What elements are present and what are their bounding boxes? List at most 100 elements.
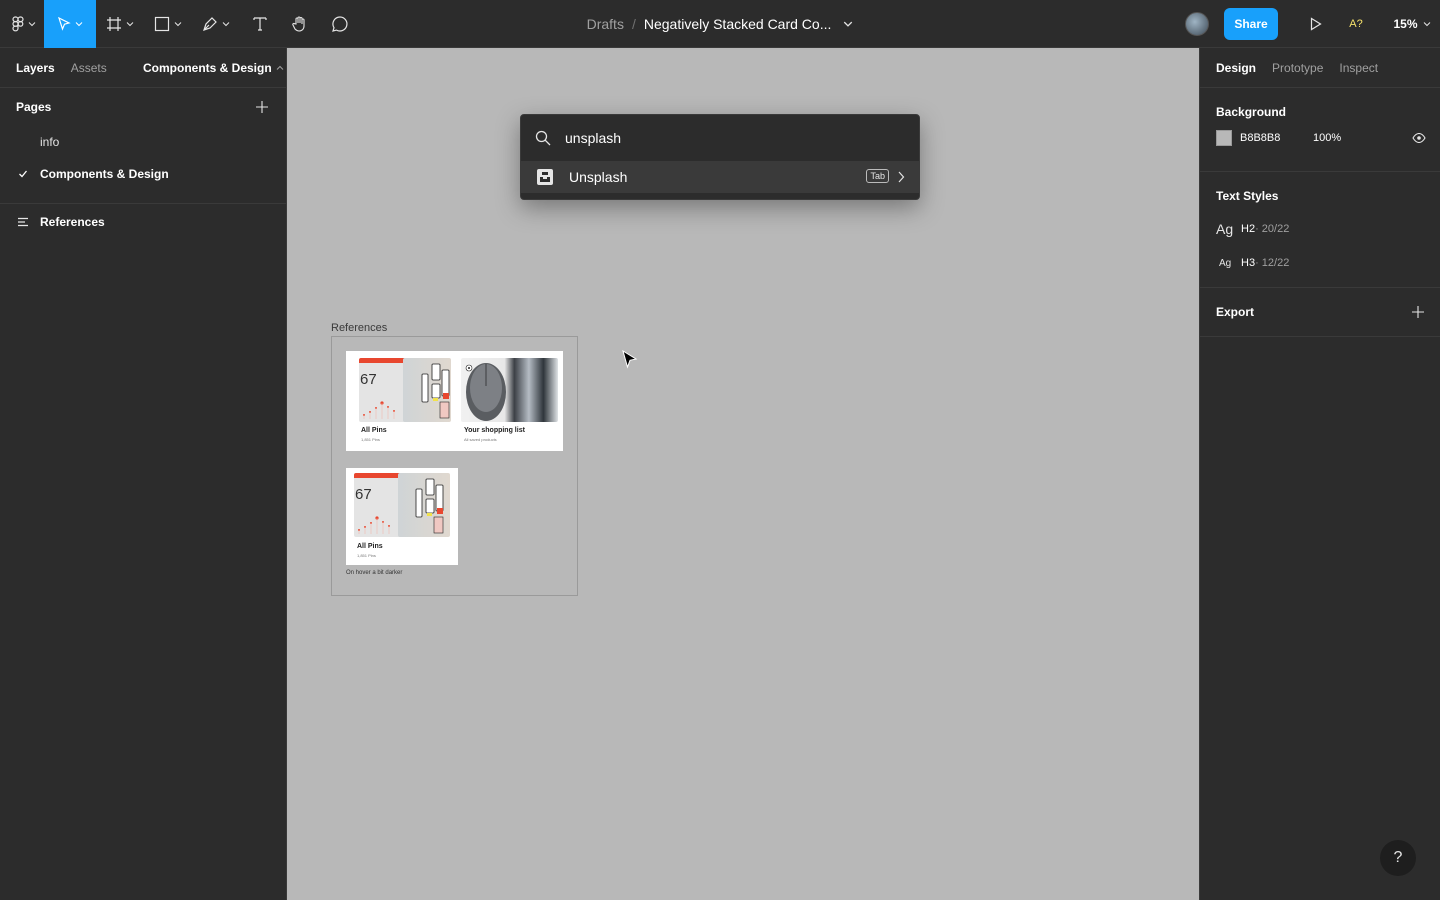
- shape-tool-button[interactable]: [144, 0, 192, 48]
- help-button[interactable]: ?: [1380, 840, 1416, 876]
- card-chart-graphic: [363, 401, 395, 419]
- play-icon: [1310, 17, 1322, 31]
- card-subtitle: 1,851 Pins: [357, 553, 376, 558]
- pen-icon: [203, 16, 217, 31]
- palette-search-input[interactable]: [565, 130, 885, 146]
- tab-assets[interactable]: Assets: [71, 61, 107, 75]
- page-item-info[interactable]: info: [0, 126, 286, 158]
- chevron-down-icon: [126, 21, 134, 26]
- card-title: Your shopping list: [464, 427, 525, 434]
- document-title[interactable]: Negatively Stacked Card Co...: [644, 16, 832, 32]
- checkmark-icon: [19, 170, 28, 178]
- text-style-spec: · 20/22: [1255, 223, 1290, 235]
- tab-inspect[interactable]: Inspect: [1339, 61, 1378, 75]
- frame-label[interactable]: References: [331, 322, 387, 334]
- palette-search-row: [521, 115, 919, 161]
- chevron-down-icon: [28, 21, 36, 26]
- background-section: Background B8B8B8 100%: [1200, 88, 1440, 172]
- card-chart-graphic: [358, 516, 390, 534]
- background-hex-input[interactable]: B8B8B8: [1240, 132, 1313, 144]
- card-title: All Pins: [357, 543, 383, 550]
- chevron-down-icon: [75, 21, 83, 26]
- chevron-down-icon: [174, 21, 182, 26]
- comment-tool-button[interactable]: [320, 0, 360, 48]
- card-subtitle: 1,851 Pins: [361, 437, 380, 442]
- user-avatar[interactable]: [1185, 12, 1209, 36]
- export-title: Export: [1216, 305, 1255, 319]
- background-opacity-input[interactable]: 100%: [1313, 132, 1341, 144]
- chevron-down-icon: [222, 21, 230, 26]
- breadcrumb-separator: /: [631, 16, 636, 32]
- current-page-name: Components & Design: [143, 60, 272, 75]
- frame-tool-button[interactable]: [96, 0, 144, 48]
- reference-card-wide[interactable]: 67 All Pins 1,851 Pins Your shopping lis…: [346, 351, 563, 451]
- chevron-down-icon: [1423, 22, 1430, 27]
- text-style-item[interactable]: Ag H3 · 12/22: [1216, 246, 1424, 280]
- palette-result-unsplash[interactable]: Unsplash Tab: [521, 161, 919, 193]
- text-style-spec: · 12/22: [1255, 257, 1290, 269]
- tab-layers[interactable]: Layers: [16, 61, 55, 75]
- chevron-up-icon: [276, 65, 284, 70]
- card-big-number: 67: [360, 371, 377, 388]
- layer-item-references[interactable]: References: [0, 206, 286, 238]
- present-button[interactable]: [1296, 17, 1336, 31]
- toolbar-right: Share A? 15%: [1185, 0, 1440, 48]
- hand-icon: [292, 15, 305, 32]
- reference-card-hover[interactable]: 67 All Pins 1,851 Pins: [346, 468, 458, 565]
- card-mouse-graphic: [465, 363, 506, 421]
- right-panel-tabs: Design Prototype Inspect: [1200, 48, 1440, 88]
- pen-tool-button[interactable]: [192, 0, 240, 48]
- left-panel-tabs: Layers Assets Components & Design: [0, 48, 286, 88]
- breadcrumb-drafts[interactable]: Drafts: [587, 16, 624, 32]
- frame-hash-icon: [107, 16, 121, 31]
- plus-icon[interactable]: [256, 101, 268, 113]
- text-style-preview: Ag: [1219, 257, 1232, 269]
- pages-header: Pages: [0, 88, 286, 126]
- text-style-item[interactable]: Ag H2 · 20/22: [1216, 212, 1424, 246]
- card-big-number: 67: [355, 486, 372, 503]
- right-panel: Design Prototype Inspect Background B8B8…: [1199, 48, 1440, 900]
- card-phones-graphic: [421, 363, 450, 419]
- share-button[interactable]: Share: [1224, 8, 1278, 40]
- text-styles-title: Text Styles: [1216, 189, 1279, 203]
- accessibility-check-button[interactable]: A?: [1336, 18, 1376, 30]
- unsplash-plugin-icon: [537, 169, 553, 185]
- hover-note-text[interactable]: On hover a bit darker: [346, 570, 402, 576]
- text-style-name: H3: [1241, 257, 1256, 269]
- export-section: Export: [1200, 288, 1440, 337]
- background-color-swatch[interactable]: [1216, 130, 1232, 146]
- main-menu-button[interactable]: [0, 0, 44, 48]
- text-tool-button[interactable]: [240, 0, 280, 48]
- page-switcher[interactable]: Components & Design: [143, 61, 284, 75]
- cursor-arrow-icon: [58, 16, 71, 31]
- page-item-label: Components & Design: [40, 167, 169, 181]
- chevron-down-icon[interactable]: [843, 19, 853, 29]
- rectangle-icon: [154, 16, 170, 31]
- divider: [0, 203, 286, 204]
- eye-icon[interactable]: [1412, 133, 1426, 143]
- left-panel: Layers Assets Components & Design Pages …: [0, 48, 287, 900]
- palette-result-label: Unsplash: [569, 169, 628, 185]
- toolbar: Drafts / Negatively Stacked Card Co... S…: [0, 0, 1440, 48]
- comment-bubble-icon: [332, 15, 348, 32]
- card-phones-graphic: [415, 478, 444, 534]
- page-item-label: info: [40, 135, 60, 149]
- text-styles-section: Text Styles Ag H2 · 20/22 Ag H3 · 12/22: [1200, 176, 1440, 288]
- quick-actions-palette: Unsplash Tab: [520, 114, 920, 200]
- zoom-dropdown[interactable]: 15%: [1384, 17, 1440, 31]
- tab-prototype[interactable]: Prototype: [1272, 61, 1323, 75]
- mouse-cursor-icon: [622, 350, 638, 369]
- move-tool-button[interactable]: [44, 0, 96, 48]
- tab-key-badge: Tab: [866, 169, 889, 183]
- tab-design[interactable]: Design: [1216, 61, 1256, 75]
- hand-tool-button[interactable]: [280, 0, 320, 48]
- text-style-name: H2: [1241, 223, 1256, 235]
- zoom-level: 15%: [1393, 17, 1418, 31]
- page-item-components-design[interactable]: Components & Design: [0, 158, 286, 190]
- text-t-icon: [253, 16, 267, 31]
- section-lines-icon: [18, 217, 28, 227]
- chevron-right-icon: [898, 171, 905, 183]
- pages-title: Pages: [16, 100, 52, 114]
- plus-icon[interactable]: [1412, 306, 1424, 318]
- search-icon: [535, 130, 551, 146]
